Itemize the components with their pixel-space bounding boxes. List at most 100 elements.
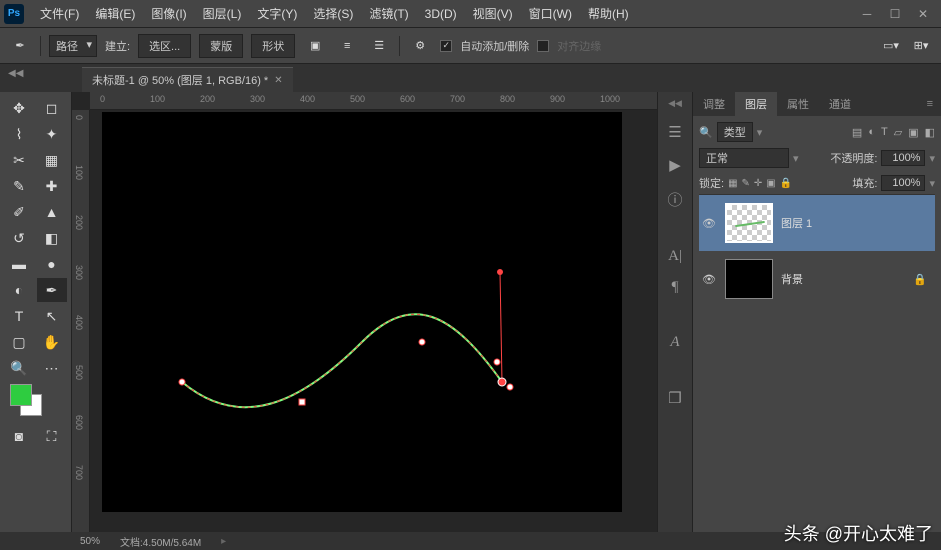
layer-thumbnail[interactable] <box>725 259 773 299</box>
ruler-horizontal[interactable]: 0 100 200 300 400 500 600 700 800 900 10… <box>90 92 657 110</box>
panel-menu-icon[interactable]: ≡ <box>919 98 941 110</box>
make-selection-button[interactable]: 选区... <box>138 34 191 58</box>
layer-name[interactable]: 图层 1 <box>781 215 812 231</box>
hand-tool[interactable]: ✋ <box>37 330 67 354</box>
blur-tool[interactable]: ● <box>37 252 67 276</box>
pen-tool[interactable]: ✒ <box>37 278 67 302</box>
ruler-vertical[interactable]: 0 100 200 300 400 500 600 700 <box>72 110 90 532</box>
path-align-icon[interactable]: ≡ <box>335 34 359 58</box>
lock-all-icon[interactable]: 🔒 <box>780 178 792 189</box>
actions-panel-icon[interactable]: ▶ <box>669 156 681 175</box>
tab-properties[interactable]: 属性 <box>777 92 819 116</box>
filter-adjust-icon[interactable]: ◐ <box>868 126 875 139</box>
lock-artboard-icon[interactable]: ▣ <box>766 178 775 189</box>
make-mask-button[interactable]: 蒙版 <box>199 34 243 58</box>
layer-row[interactable]: 👁 图层 1 <box>699 195 935 251</box>
3d-panel-icon[interactable]: ❒ <box>668 389 681 408</box>
paragraph-panel-icon[interactable]: ¶ <box>672 279 679 296</box>
opacity-input[interactable]: 100% <box>881 150 925 166</box>
heal-tool[interactable]: ✚ <box>37 174 67 198</box>
lasso-tool[interactable]: ⌇ <box>4 122 34 146</box>
layer-name[interactable]: 背景 <box>781 271 803 287</box>
layer-row[interactable]: 👁 背景 🔒 <box>699 251 935 307</box>
fill-input[interactable]: 100% <box>881 175 925 191</box>
menu-3d[interactable]: 3D(D) <box>417 7 465 21</box>
path-mode-select[interactable]: 路径 <box>49 35 97 57</box>
menu-edit[interactable]: 编辑(E) <box>87 5 143 22</box>
layer-filter-select[interactable]: 类型 <box>717 122 753 142</box>
filter-pixel-icon[interactable]: ▤ <box>852 126 862 139</box>
filter-toggle-icon[interactable]: ◧ <box>925 126 935 139</box>
layer-thumbnail[interactable] <box>725 203 773 243</box>
collapsed-dock: ◀◀ ☰ ▶ ⓘ A| ¶ A ❒ <box>657 92 693 532</box>
menu-view[interactable]: 视图(V) <box>465 5 521 22</box>
gradient-tool[interactable]: ▬ <box>4 252 34 276</box>
quickmask-tool[interactable]: ◙ <box>4 424 34 448</box>
layer-visibility-icon[interactable]: 👁 <box>701 273 717 286</box>
history-panel-icon[interactable]: ☰ <box>668 123 681 142</box>
zoom-level[interactable]: 50% <box>80 536 100 547</box>
pen-tool-icon[interactable]: ✒ <box>8 34 32 58</box>
menu-select[interactable]: 选择(S) <box>305 5 361 22</box>
path-op-icon[interactable]: ▣ <box>303 34 327 58</box>
lock-pixels-icon[interactable]: ✎ <box>742 178 750 189</box>
filter-shape-icon[interactable]: ▱ <box>894 126 902 139</box>
filter-type-icon[interactable]: T <box>881 126 888 139</box>
window-maximize-button[interactable]: ☐ <box>881 4 909 24</box>
tab-channels[interactable]: 通道 <box>819 92 861 116</box>
glyphs-panel-icon[interactable]: A <box>670 334 679 351</box>
eraser-tool[interactable]: ◧ <box>37 226 67 250</box>
lock-transparency-icon[interactable]: ▦ <box>728 178 737 189</box>
screenmode-tool[interactable]: ⛶ <box>37 424 67 448</box>
workspace-icon[interactable]: ▭▾ <box>879 34 903 58</box>
doc-size[interactable]: 文档:4.50M/5.64M <box>120 534 201 549</box>
stamp-tool[interactable]: ▲ <box>37 200 67 224</box>
auto-add-delete-checkbox[interactable] <box>440 40 452 52</box>
search-icon[interactable]: ⊞▾ <box>909 34 933 58</box>
align-edges-checkbox[interactable] <box>537 40 549 52</box>
foreground-color[interactable] <box>10 384 32 406</box>
edit-toolbar[interactable]: ⋯ <box>37 356 67 380</box>
dodge-tool[interactable]: ◐ <box>4 278 34 302</box>
menu-file[interactable]: 文件(F) <box>32 5 87 22</box>
color-swatches[interactable] <box>4 382 67 422</box>
shape-tool[interactable]: ▢ <box>4 330 34 354</box>
tab-layers[interactable]: 图层 <box>735 92 777 116</box>
character-panel-icon[interactable]: A| <box>668 248 682 265</box>
close-tab-icon[interactable]: ✕ <box>274 75 282 86</box>
quick-select-tool[interactable]: ✦ <box>37 122 67 146</box>
path-select-tool[interactable]: ↖ <box>37 304 67 328</box>
window-minimize-button[interactable]: ─ <box>853 4 881 24</box>
panel-tabs: 调整 图层 属性 通道 ≡ <box>693 92 941 116</box>
document-tab-title: 未标题-1 @ 50% (图层 1, RGB/16) * <box>92 72 268 88</box>
document-tab[interactable]: 未标题-1 @ 50% (图层 1, RGB/16) * ✕ <box>82 67 293 92</box>
eyedropper-tool[interactable]: ✎ <box>4 174 34 198</box>
lock-position-icon[interactable]: ✛ <box>754 178 762 189</box>
menu-filter[interactable]: 滤镜(T) <box>361 5 416 22</box>
menu-layer[interactable]: 图层(L) <box>195 5 250 22</box>
info-panel-icon[interactable]: ⓘ <box>667 189 682 210</box>
marquee-tool[interactable]: ◻ <box>37 96 67 120</box>
make-shape-button[interactable]: 形状 <box>251 34 295 58</box>
layer-visibility-icon[interactable]: 👁 <box>701 217 717 230</box>
blend-mode-select[interactable]: 正常 <box>699 148 789 168</box>
move-tool[interactable]: ✥ <box>4 96 34 120</box>
filter-smart-icon[interactable]: ▣ <box>908 126 918 139</box>
dock-collapse-icon[interactable]: ◀◀ <box>668 98 682 109</box>
window-close-button[interactable]: ✕ <box>909 4 937 24</box>
menu-help[interactable]: 帮助(H) <box>580 5 637 22</box>
zoom-tool[interactable]: 🔍 <box>4 356 34 380</box>
canvas[interactable] <box>102 112 622 512</box>
type-tool[interactable]: T <box>4 304 34 328</box>
tab-adjustments[interactable]: 调整 <box>693 92 735 116</box>
collapse-toolbox-icon[interactable]: ◀◀ <box>8 68 23 79</box>
menu-image[interactable]: 图像(I) <box>143 5 194 22</box>
history-brush-tool[interactable]: ↺ <box>4 226 34 250</box>
gear-icon[interactable]: ⚙ <box>408 34 432 58</box>
menu-type[interactable]: 文字(Y) <box>249 5 305 22</box>
brush-tool[interactable]: ✐ <box>4 200 34 224</box>
path-arrange-icon[interactable]: ☰ <box>367 34 391 58</box>
frame-tool[interactable]: ▦ <box>37 148 67 172</box>
menu-window[interactable]: 窗口(W) <box>521 5 580 22</box>
crop-tool[interactable]: ✂ <box>4 148 34 172</box>
